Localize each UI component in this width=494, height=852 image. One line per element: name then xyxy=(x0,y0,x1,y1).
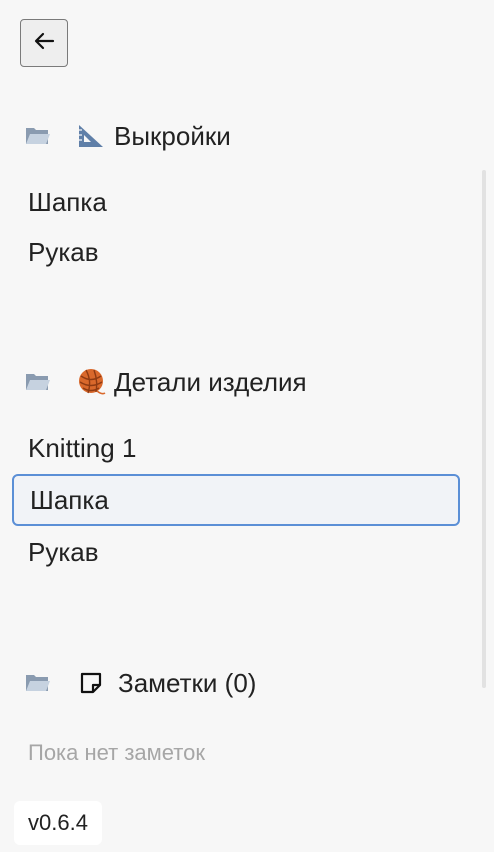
section-header-patterns[interactable]: Выкройки xyxy=(0,116,470,156)
section-title: Детали изделия xyxy=(114,367,307,397)
folder-open-icon xyxy=(24,124,52,148)
section-notes: Заметки (0) xyxy=(0,663,470,703)
list-item-pattern[interactable]: Шапка xyxy=(12,176,460,228)
section-title: Заметки (0) xyxy=(118,668,257,698)
arrow-left-icon xyxy=(33,31,55,56)
list-item-part-selected[interactable]: Шапка xyxy=(12,474,460,526)
scrollbar[interactable] xyxy=(482,170,486,688)
list-item-pattern[interactable]: Рукав xyxy=(12,226,460,278)
folder-open-icon xyxy=(24,671,52,695)
notes-empty-text: Пока нет заметок xyxy=(28,740,205,765)
section-header-notes[interactable]: Заметки (0) xyxy=(0,663,470,703)
folder-open-icon xyxy=(24,370,52,394)
section-header-parts[interactable]: Детали изделия xyxy=(0,362,470,402)
section-title: Выкройки xyxy=(114,121,231,151)
yarn-ball-icon xyxy=(76,368,106,396)
version-badge: v0.6.4 xyxy=(14,801,102,845)
note-icon xyxy=(76,669,106,697)
back-button[interactable] xyxy=(20,19,68,67)
section-patterns: Выкройки xyxy=(0,116,470,156)
list-item-part[interactable]: Рукав xyxy=(12,526,460,578)
triangular-ruler-icon xyxy=(76,122,106,150)
list-item-part[interactable]: Knitting 1 xyxy=(12,422,460,474)
section-parts: Детали изделия xyxy=(0,362,470,402)
